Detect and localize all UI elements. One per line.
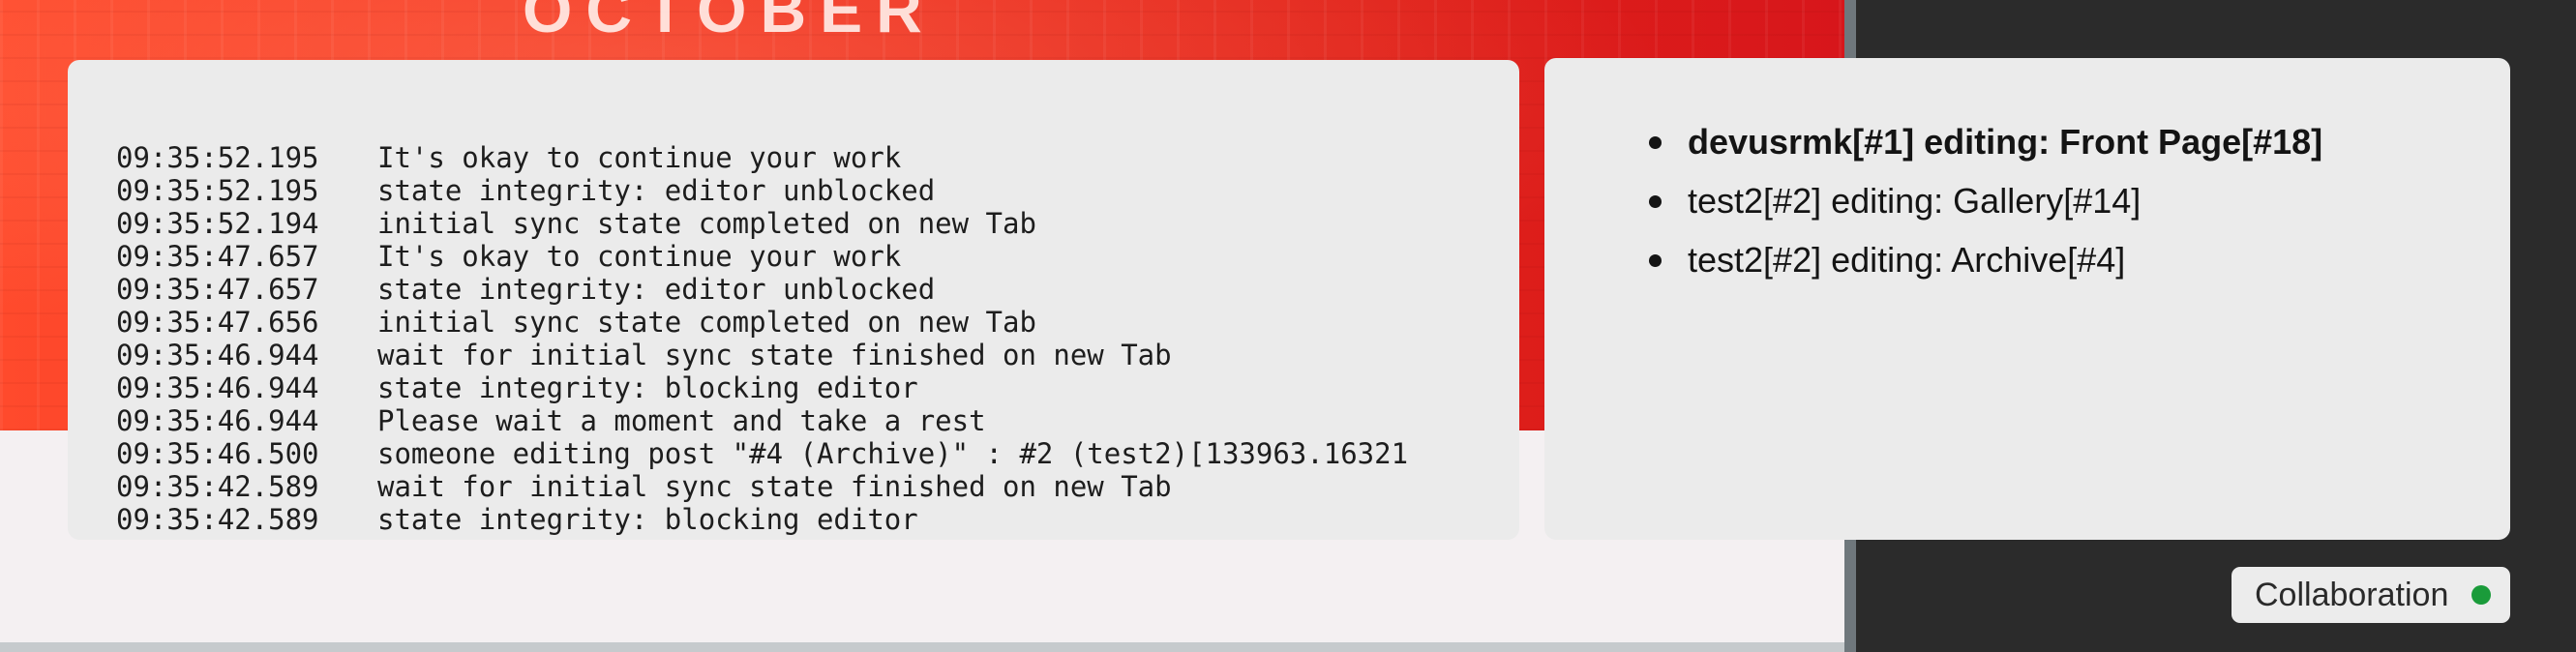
log-message: state integrity: blocking editor [377, 503, 918, 536]
log-entry: 09:35:47.656 initial sync state completed… [116, 306, 1408, 339]
presence-item: test2[#2] editing: Archive[#4] [1649, 230, 2322, 289]
log-entry: 09:35:46.944 Please wait a moment and tak… [116, 404, 1408, 437]
log-timestamp: 09:35:46.944 [116, 371, 319, 404]
log-timestamp: 09:35:46.944 [116, 404, 319, 437]
log-message: wait for initial sync state finished on … [377, 470, 1172, 503]
presence-item: devusrmk[#1] editing: Front Page[#18] [1649, 112, 2323, 171]
log-timestamp: 09:35:47.656 [116, 306, 319, 339]
log-message: state integrity: editor unblocked [377, 273, 936, 306]
log-entry: 09:35:52.195 state integrity: editor unbl… [116, 174, 1408, 207]
bullet-icon [1649, 254, 1662, 267]
page-bottom-strip [0, 642, 1844, 652]
log-message: initial sync state completed on new Tab [377, 306, 1036, 339]
log-message: Please wait a moment and take a rest [377, 404, 986, 437]
log-message: wait for initial sync state finished on … [377, 339, 1172, 371]
log-timestamp: 09:35:47.657 [116, 240, 319, 273]
log-entry: 09:35:46.944 state integrity: blocking ed… [116, 371, 1408, 404]
log-timestamp: 09:35:46.944 [116, 339, 319, 371]
log-message: Please wait a moment and take a rest [377, 536, 986, 540]
log-message: someone editing post "#4 (Archive)" : #2… [377, 437, 1409, 470]
log-timestamp: 09:35:47.657 [116, 273, 319, 306]
log-message: It's okay to continue your work [377, 240, 902, 273]
hero-title: OCTOBER [523, 0, 936, 45]
presence-label: test2[#2] editing: Archive[#4] [1688, 240, 2126, 280]
log-timestamp: 09:35:42.589 [116, 470, 319, 503]
log-entry: 09:35:42.589 wait for initial sync state … [116, 470, 1408, 503]
presence-label: devusrmk[#1] editing: Front Page[#18] [1688, 122, 2323, 162]
log-timestamp: 09:35:42.589 [116, 536, 377, 540]
log-message: state integrity: editor unblocked [377, 174, 936, 207]
log-entry: 09:35:47.657 It's okay to continue your w… [116, 240, 1408, 273]
log-entry: 09:35:47.657 state integrity: editor unbl… [116, 273, 1408, 306]
presence-panel: devusrmk[#1] editing: Front Page[#18] tes… [1544, 58, 2510, 540]
collaboration-button[interactable]: Collaboration [2232, 567, 2510, 623]
log-message: initial sync state completed on new Tab [377, 207, 1036, 240]
status-dot-icon [2471, 585, 2491, 605]
log-timestamp: 09:35:42.589 [116, 503, 319, 536]
log-entry: 09:35:46.500 someone editing post "#4 (Ar… [116, 437, 1408, 470]
bullet-icon [1649, 136, 1662, 149]
log-message: state integrity: blocking editor [377, 371, 918, 404]
collaboration-label: Collaboration [2255, 576, 2449, 613]
log-list: 09:35:52.195 It's okay to continue your w… [116, 141, 1408, 540]
log-timestamp: 09:35:52.194 [116, 207, 319, 240]
log-entry: 09:35:42.589Please wait a moment and tak… [116, 536, 1408, 540]
presence-item: test2[#2] editing: Gallery[#14] [1649, 171, 2322, 230]
log-entry: 09:35:46.944 wait for initial sync state … [116, 339, 1408, 371]
log-timestamp: 09:35:46.500 [116, 437, 319, 470]
collaboration-log-panel[interactable]: 09:35:52.195 It's okay to continue your w… [68, 60, 1519, 540]
bullet-icon [1649, 195, 1662, 208]
presence-list: devusrmk[#1] editing: Front Page[#18] tes… [1649, 112, 2323, 289]
log-entry: 09:35:52.194 initial sync state completed… [116, 207, 1408, 240]
log-timestamp: 09:35:52.195 [116, 141, 319, 174]
presence-label: test2[#2] editing: Gallery[#14] [1688, 181, 2142, 221]
log-message: It's okay to continue your work [377, 141, 902, 174]
log-timestamp: 09:35:52.195 [116, 174, 319, 207]
log-entry: 09:35:52.195 It's okay to continue your w… [116, 141, 1408, 174]
log-entry: 09:35:42.589 state integrity: blocking ed… [116, 503, 1408, 536]
